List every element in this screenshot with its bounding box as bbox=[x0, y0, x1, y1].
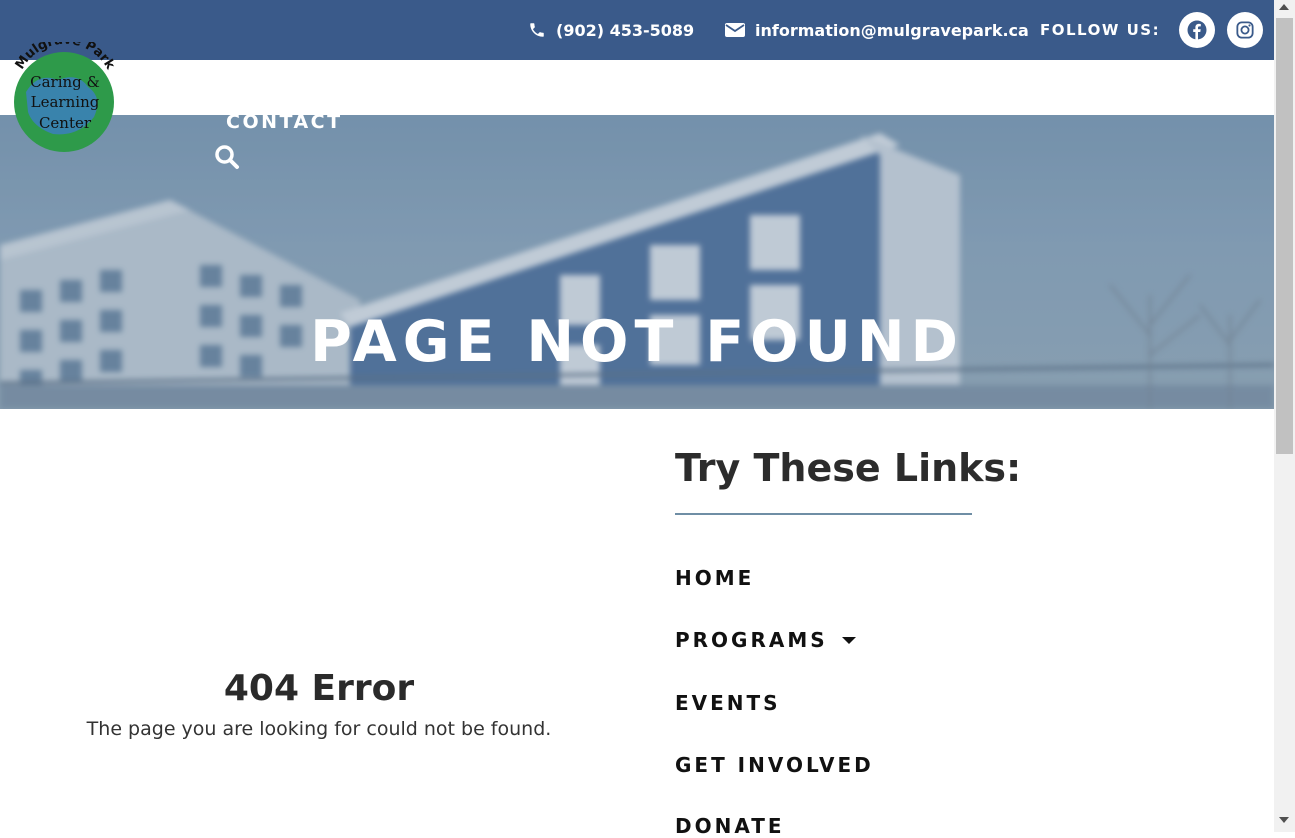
top-bar: (902) 453-5089 information@mulgravepark.… bbox=[0, 0, 1274, 60]
link-label: DONATE bbox=[675, 814, 785, 838]
link-label: PROGRAMS bbox=[675, 628, 828, 652]
email-link[interactable]: information@mulgravepark.ca bbox=[725, 18, 1029, 42]
email-address: information@mulgravepark.ca bbox=[755, 20, 1029, 40]
logo-line3: Center bbox=[39, 114, 92, 132]
envelope-icon bbox=[725, 23, 745, 37]
scroll-up-arrow-icon[interactable] bbox=[1279, 4, 1289, 10]
scroll-down-arrow-icon[interactable] bbox=[1279, 817, 1289, 823]
link-label: EVENTS bbox=[675, 691, 781, 715]
link-label: HOME bbox=[675, 566, 755, 590]
error-message: The page you are looking for could not b… bbox=[86, 718, 552, 740]
link-events[interactable]: EVENTS bbox=[675, 691, 781, 715]
search-button[interactable] bbox=[214, 144, 240, 174]
nav-contact-link[interactable]: CONTACT bbox=[226, 111, 343, 133]
links-divider bbox=[675, 513, 972, 515]
links-heading: Try These Links: bbox=[675, 446, 1022, 490]
error-title: 404 Error bbox=[223, 668, 415, 709]
phone-icon bbox=[530, 23, 544, 37]
instagram-button[interactable] bbox=[1227, 12, 1263, 48]
link-label: GET INVOLVED bbox=[675, 753, 874, 777]
logo-line1: Caring & bbox=[30, 73, 100, 91]
facebook-icon bbox=[1187, 20, 1207, 40]
phone-number: (902) 453-5089 bbox=[556, 20, 695, 40]
facebook-button[interactable] bbox=[1179, 12, 1215, 48]
scrollbar-thumb[interactable] bbox=[1276, 18, 1293, 454]
link-home[interactable]: HOME bbox=[675, 566, 754, 590]
site-logo[interactable]: Mulgrave Park Caring & Learning Center bbox=[8, 42, 120, 154]
phone-link[interactable]: (902) 453-5089 bbox=[528, 18, 694, 42]
logo-line2: Learning bbox=[31, 93, 100, 111]
link-get-involved[interactable]: GET INVOLVED bbox=[675, 753, 874, 777]
search-icon bbox=[215, 145, 239, 169]
link-programs[interactable]: PROGRAMS bbox=[675, 628, 856, 652]
instagram-icon bbox=[1236, 21, 1254, 39]
follow-us-label: FOLLOW US: bbox=[1040, 21, 1161, 39]
page-title: PAGE NOT FOUND bbox=[310, 309, 964, 375]
caret-down-icon[interactable] bbox=[841, 636, 856, 644]
link-donate[interactable]: DONATE bbox=[675, 814, 785, 838]
